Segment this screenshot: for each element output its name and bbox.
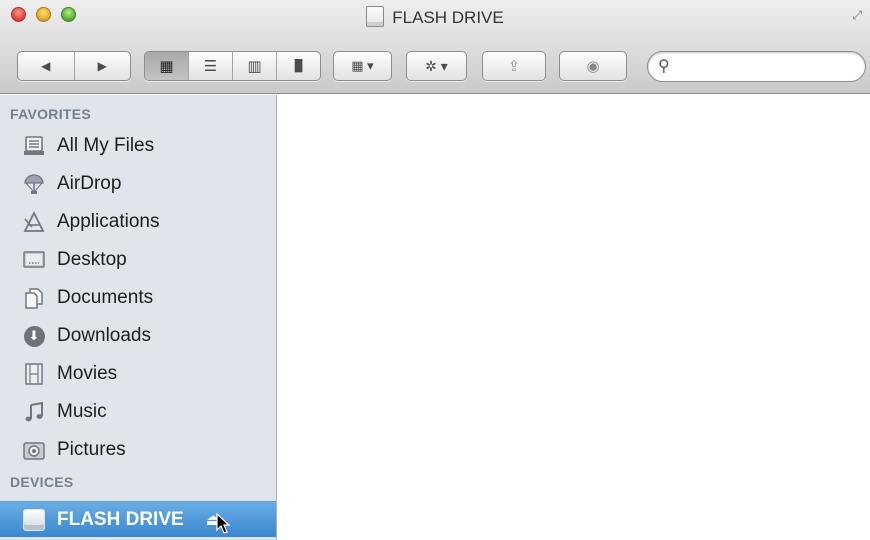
devices-header: DEVICES (10, 474, 74, 490)
sidebar-item-label: FLASH DRIVE (57, 508, 184, 530)
tag-icon: ◉ (586, 58, 600, 75)
drive-icon (366, 6, 385, 27)
pictures-icon (22, 438, 46, 462)
action-button[interactable]: ✲ ▾ (406, 51, 467, 81)
flash-drive-icon (22, 508, 46, 532)
downloads-icon: ⬇ (22, 324, 46, 348)
favorites-header: FAVORITES (10, 106, 92, 122)
sidebar-item-documents[interactable]: Documents (0, 280, 276, 316)
back-button[interactable]: ◀ (18, 52, 75, 80)
forward-arrow-icon: ▶ (97, 59, 107, 73)
sidebar-item-applications[interactable]: Applications (0, 204, 276, 240)
window-title: FLASH DRIVE (0, 6, 870, 28)
fullscreen-icon[interactable]: ⤢ (852, 8, 862, 23)
sidebar-item-label: Desktop (57, 249, 127, 270)
airdrop-icon (22, 172, 46, 196)
arrange-button[interactable]: ▦ ▾ (333, 51, 392, 81)
sidebar-item-movies[interactable]: Movies (0, 356, 276, 392)
search-icon: ⚲ (658, 58, 670, 75)
sidebar-item-label: AirDrop (57, 173, 122, 194)
column-view-icon: ▥ (247, 58, 262, 75)
list-view-icon: ☰ (203, 58, 218, 75)
applications-icon (22, 210, 46, 234)
view-mode-control: ▦ ☰ ▥ ▐▌ (144, 51, 321, 81)
desktop-icon (22, 248, 46, 272)
file-browser-content[interactable] (278, 95, 870, 540)
list-view-button[interactable]: ☰ (189, 52, 233, 80)
sidebar-item-desktop[interactable]: Desktop (0, 242, 276, 278)
documents-icon (22, 286, 46, 310)
gear-icon: ✲ ▾ (425, 57, 448, 74)
sidebar-item-label: Movies (57, 363, 118, 384)
forward-button[interactable]: ▶ (75, 52, 131, 80)
arrange-icon: ▦ ▾ (351, 58, 374, 73)
cover-flow-icon: ▐▌ (290, 60, 307, 72)
window-title-text: FLASH DRIVE (392, 8, 504, 27)
sidebar-item-label: Applications (57, 211, 160, 232)
icon-view-icon: ▦ (159, 58, 174, 75)
column-view-button[interactable]: ▥ (233, 52, 277, 80)
music-icon (22, 400, 46, 424)
sidebar-item-music[interactable]: Music (0, 394, 276, 430)
sidebar-item-label: Documents (57, 287, 154, 308)
sidebar-item-pictures[interactable]: Pictures (0, 432, 276, 468)
sidebar-item-all-my-files[interactable]: All My Files (0, 128, 276, 164)
sidebar-item-label: Music (57, 401, 107, 422)
icon-view-button[interactable]: ▦ (145, 52, 189, 80)
search-input[interactable] (678, 57, 858, 76)
share-button[interactable]: ⇪ (482, 51, 546, 81)
sidebar-item-downloads[interactable]: ⬇ Downloads (0, 318, 276, 354)
share-icon: ⇪ (507, 58, 521, 75)
tags-button[interactable]: ◉ (559, 51, 627, 81)
movies-icon (22, 362, 46, 386)
window-toolbar: FLASH DRIVE ⤢ ◀ ▶ ▦ ☰ ▥ ▐▌ ▦ ▾ ✲ ▾ ⇪ ◉ ⚲ (0, 0, 870, 94)
sidebar: FAVORITES All My Files AirDrop Applicati… (0, 95, 277, 540)
cover-flow-button[interactable]: ▐▌ (277, 52, 320, 80)
sidebar-item-label: Downloads (57, 325, 151, 346)
search-field[interactable]: ⚲ (647, 51, 866, 82)
back-forward-control: ◀ ▶ (17, 51, 131, 81)
sidebar-item-label: All My Files (57, 135, 155, 156)
sidebar-item-label: Pictures (57, 439, 126, 460)
all-my-files-icon (22, 134, 46, 158)
mouse-pointer-icon (216, 513, 230, 534)
back-arrow-icon: ◀ (41, 59, 51, 73)
sidebar-item-airdrop[interactable]: AirDrop (0, 166, 276, 202)
sidebar-item-flash-drive[interactable]: FLASH DRIVE ⏏ (0, 501, 276, 537)
